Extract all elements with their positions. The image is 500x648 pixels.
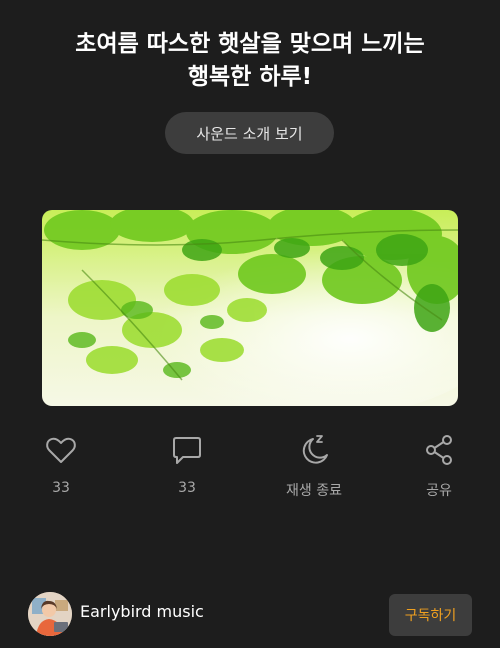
action-bar: 33 33 재생 종료 공유 [0, 432, 500, 502]
comment-count: 33 [178, 480, 196, 496]
cover-image [42, 210, 458, 406]
subscribe-button[interactable]: 구독하기 [389, 594, 472, 636]
share-icon [421, 432, 457, 468]
channel-name[interactable]: Earlybird music [80, 602, 204, 621]
sound-intro-button[interactable]: 사운드 소개 보기 [165, 112, 334, 154]
moon-sleep-icon [296, 432, 332, 468]
title-line-1: 초여름 따스한 햇살을 맞으며 느끼는 [75, 31, 425, 57]
sound-detail-screen: 초여름 따스한 햇살을 맞으며 느끼는 행복한 하루! 사운드 소개 보기 33… [0, 0, 500, 648]
sound-intro-button-label: 사운드 소개 보기 [196, 124, 303, 143]
like-button[interactable]: 33 [11, 432, 111, 496]
comment-button[interactable]: 33 [137, 432, 237, 496]
title-line-2: 행복한 하루! [187, 64, 313, 90]
avatar[interactable] [28, 592, 72, 636]
sleep-timer-label: 재생 종료 [286, 483, 342, 499]
share-label: 공유 [426, 483, 452, 499]
heart-icon [43, 432, 79, 468]
like-count: 33 [52, 480, 70, 496]
subscribe-button-label: 구독하기 [404, 608, 457, 624]
sleep-timer-button[interactable]: 재생 종료 [264, 432, 364, 500]
speech-bubble-icon [169, 432, 205, 468]
page-title: 초여름 따스한 햇살을 맞으며 느끼는 행복한 하루! [20, 28, 480, 94]
share-button[interactable]: 공유 [389, 432, 489, 500]
sunlit-leaves-illustration [42, 210, 458, 406]
channel-bar: Earlybird music 구독하기 [0, 588, 500, 644]
